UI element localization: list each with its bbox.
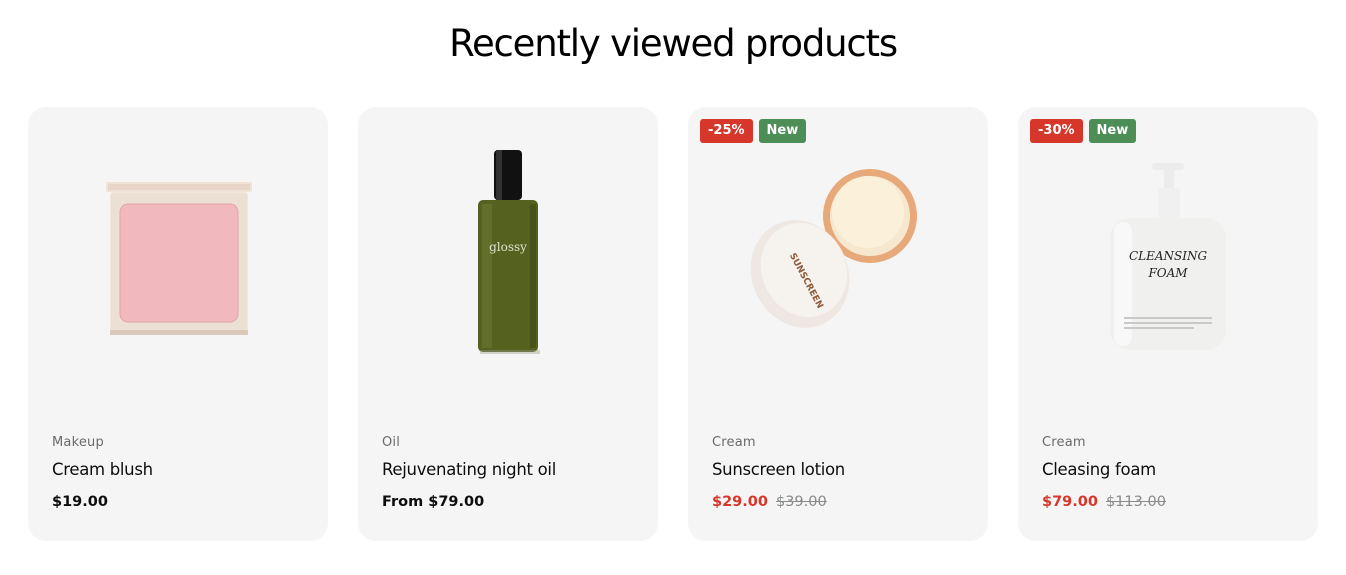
product-category: Cream [712, 435, 756, 450]
price-compare: $113.00 [1105, 494, 1166, 510]
product-name[interactable]: Cream blush [52, 460, 153, 479]
product-card-night-oil[interactable]: glossy Oil Rejuvenating night oil From $… [358, 107, 658, 541]
blush-compact-image[interactable] [28, 132, 328, 372]
bottle-label-line1: CLEANSING [1129, 249, 1208, 263]
oil-bottle-image[interactable]: glossy [358, 132, 658, 372]
product-card-sunscreen-lotion[interactable]: -25% New SUNSCREEN Cream Sunscreen lotio… [688, 107, 988, 541]
product-card-cream-blush[interactable]: Makeup Cream blush $19.00 [28, 107, 328, 541]
product-price: $19.00 [52, 494, 108, 510]
product-price: $29.00 $39.00 [712, 494, 827, 510]
price-current: $79.00 [1042, 494, 1098, 510]
sunscreen-jar-image[interactable]: SUNSCREEN [688, 132, 988, 372]
product-card-cleansing-foam[interactable]: -30% New CLEANSING FOAM Cream Cleasing f… [1018, 107, 1318, 541]
bottle-label-line2: FOAM [1147, 266, 1188, 280]
section-title: Recently viewed products [449, 22, 898, 65]
product-price: From $79.00 [382, 494, 484, 510]
pump-bottle-image[interactable]: CLEANSING FOAM [1018, 132, 1318, 372]
product-category: Makeup [52, 435, 104, 450]
price-compare: $39.00 [775, 494, 827, 510]
bottle-label-text: glossy [489, 240, 527, 254]
product-category: Cream [1042, 435, 1086, 450]
price-current: $19.00 [52, 494, 108, 510]
product-name[interactable]: Sunscreen lotion [712, 460, 845, 479]
price-current: $29.00 [712, 494, 768, 510]
product-grid: Makeup Cream blush $19.00 glossy Oil Rej… [28, 107, 1318, 541]
product-name[interactable]: Cleasing foam [1042, 460, 1156, 479]
price-current: From $79.00 [382, 494, 485, 510]
product-name[interactable]: Rejuvenating night oil [382, 460, 556, 479]
product-price: $79.00 $113.00 [1042, 494, 1166, 510]
product-category: Oil [382, 435, 401, 450]
